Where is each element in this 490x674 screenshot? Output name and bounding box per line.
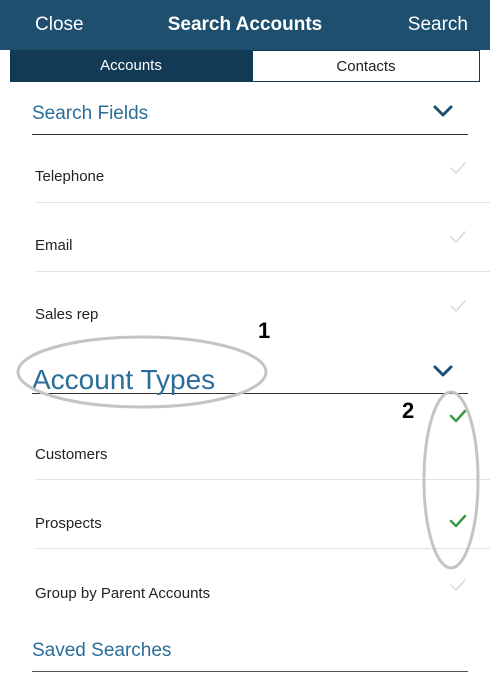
- annotation-ellipse-account-types: [16, 335, 268, 409]
- annotation-label-2: 2: [402, 398, 415, 423]
- annotation-ellipse-checkmarks: [422, 390, 480, 570]
- annotation-label-1: 1: [258, 318, 271, 343]
- annotation-overlay: [16, 335, 480, 570]
